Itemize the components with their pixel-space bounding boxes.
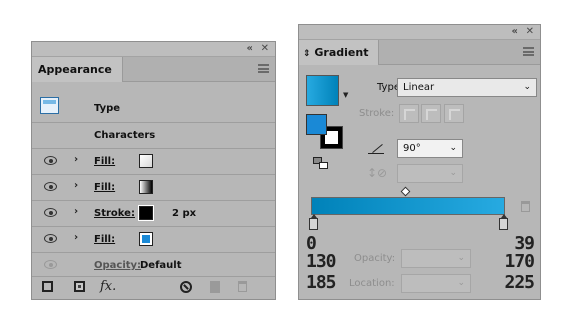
left-green-value: 130 — [306, 251, 336, 272]
location-input: ⌄ — [401, 274, 471, 293]
gradient-stop-left[interactable] — [309, 214, 318, 230]
left-blue-value: 185 — [306, 272, 336, 293]
fill-box[interactable] — [306, 114, 327, 135]
type-label: Type — [94, 103, 121, 114]
chevron-right-icon[interactable]: › — [74, 180, 78, 191]
visibility-eye-icon[interactable] — [44, 234, 57, 243]
stroke-along-icon — [421, 104, 441, 123]
chevron-down-icon: ⌄ — [457, 278, 465, 288]
angle-value: 90° — [403, 143, 421, 154]
tab-gradient-label: Gradient — [314, 46, 369, 59]
gradient-tabbar: ⇕ Gradient — [299, 40, 540, 65]
gradient-panel: « ✕ ⇕ Gradient ▼ Type: Linear ⌄ Stroke: … — [298, 24, 541, 300]
stroke-within-icon — [399, 104, 419, 123]
opacity-label: Opacity: — [354, 253, 396, 264]
delete-stop-icon — [521, 201, 530, 212]
fill-swatch-gradient[interactable] — [139, 180, 153, 194]
appearance-titlebar: « ✕ — [32, 42, 275, 57]
type-row[interactable]: Type — [32, 93, 275, 122]
fill-swatch-white[interactable] — [139, 154, 153, 168]
angle-input[interactable]: 90° ⌄ — [397, 139, 463, 158]
add-stroke-icon[interactable] — [42, 281, 53, 292]
fx-icon[interactable]: fx. — [100, 279, 116, 294]
close-icon[interactable]: ✕ — [526, 26, 534, 38]
delete-item-icon — [238, 281, 247, 292]
right-blue-value: 225 — [504, 272, 534, 293]
gradient-stop-right[interactable] — [499, 214, 508, 230]
fill-row-1[interactable]: › Fill: — [32, 148, 275, 174]
location-label: Location: — [349, 278, 395, 289]
characters-row[interactable]: Characters — [32, 122, 275, 148]
opacity-label[interactable]: Opacity: — [94, 260, 141, 271]
type-select-value: Linear — [403, 82, 435, 93]
gradient-slider[interactable] — [311, 197, 505, 215]
gradient-titlebar: « ✕ — [299, 25, 540, 40]
opacity-row[interactable]: Opacity: Default — [32, 252, 275, 278]
collapse-icon[interactable]: « — [247, 43, 253, 55]
add-fill-icon[interactable] — [74, 281, 85, 292]
visibility-eye-icon[interactable] — [44, 156, 57, 165]
chevron-down-icon: ⌄ — [457, 253, 465, 263]
visibility-eye-icon[interactable] — [44, 182, 57, 191]
chevron-down-icon: ⌄ — [449, 168, 457, 178]
fill-row-2[interactable]: › Fill: — [32, 174, 275, 200]
chevron-right-icon[interactable]: › — [74, 232, 78, 243]
duplicate-item-icon — [210, 281, 220, 293]
appearance-panel: « ✕ Appearance Type Characters › Fill: ›… — [31, 41, 276, 300]
stroke-across-icon — [444, 104, 464, 123]
angle-icon — [368, 142, 384, 154]
reverse-gradient-icon[interactable] — [313, 157, 328, 169]
chevron-down-icon: ⌄ — [449, 143, 457, 153]
panel-menu-icon[interactable] — [523, 47, 534, 56]
appearance-bottom-toolbar: fx. — [32, 276, 275, 299]
right-green-value: 170 — [504, 251, 534, 272]
tab-gradient[interactable]: ⇕ Gradient — [299, 40, 380, 65]
stroke-label[interactable]: Stroke: — [94, 208, 135, 219]
type-select[interactable]: Linear ⌄ — [397, 78, 537, 97]
stroke-swatch-black[interactable] — [138, 205, 154, 221]
stepper-icon: ⇕ — [303, 49, 311, 59]
stroke-label: Stroke: — [359, 108, 395, 119]
chevron-down-icon: ⌄ — [523, 82, 531, 92]
close-icon[interactable]: ✕ — [261, 43, 269, 55]
fill-stroke-selector[interactable] — [306, 114, 343, 149]
characters-label: Characters — [94, 130, 156, 141]
opacity-value: Default — [140, 260, 182, 271]
visibility-eye-icon[interactable] — [44, 260, 57, 269]
collapse-icon[interactable]: « — [512, 26, 518, 38]
stroke-weight-value[interactable]: 2 px — [172, 208, 196, 219]
chevron-right-icon[interactable]: › — [74, 154, 78, 165]
fill-label[interactable]: Fill: — [94, 182, 115, 193]
fill-label[interactable]: Fill: — [94, 234, 115, 245]
stroke-row[interactable]: › Stroke: 2 px — [32, 200, 275, 226]
gradient-preview-swatch[interactable] — [306, 75, 339, 106]
appearance-tabbar: Appearance — [32, 57, 275, 82]
fill-swatch-blue[interactable] — [139, 232, 153, 246]
aspect-ratio-input: ⌄ — [397, 164, 463, 183]
chevron-down-icon[interactable]: ▼ — [343, 91, 348, 99]
tab-appearance[interactable]: Appearance — [32, 57, 123, 82]
gradient-midpoint[interactable] — [400, 186, 411, 197]
clear-appearance-icon[interactable] — [180, 281, 192, 293]
chevron-right-icon[interactable]: › — [74, 206, 78, 217]
aspect-ratio-icon: ↕⊘ — [367, 166, 388, 180]
opacity-input: ⌄ — [401, 249, 471, 268]
fill-label[interactable]: Fill: — [94, 156, 115, 167]
panel-menu-icon[interactable] — [258, 64, 269, 73]
visibility-eye-icon[interactable] — [44, 208, 57, 217]
fill-row-3[interactable]: › Fill: — [32, 226, 275, 252]
type-thumbnail-icon — [40, 97, 59, 114]
